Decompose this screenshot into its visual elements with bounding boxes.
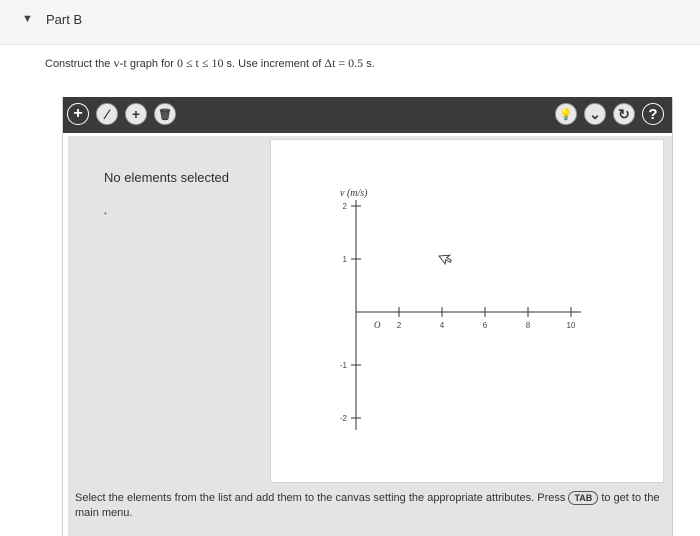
- y-tick-label: -2: [340, 414, 348, 423]
- tab-key-badge: TAB: [568, 491, 599, 505]
- problem-instruction: Construct the v-t graph for 0 ≤ t ≤ 10 s…: [45, 56, 375, 71]
- panel-marker: •: [104, 209, 107, 218]
- footer-text: Select the elements from the list and ad…: [75, 492, 569, 504]
- time-increment: Δt = 0.5: [324, 56, 364, 70]
- time-range: 0 ≤ t ≤ 10: [176, 56, 224, 70]
- x-tick-label: 6: [483, 321, 488, 330]
- element-properties-panel: No elements selected •: [68, 136, 264, 536]
- origin-label: O: [374, 320, 381, 330]
- canvas-area: v (m/s) O 2 4 6 8 10 2 1 -1 -2: [264, 136, 672, 536]
- x-ticks: 2 4 6 8 10: [397, 307, 576, 330]
- selection-status: No elements selected: [104, 170, 230, 185]
- instructions-footer: Select the elements from the list and ad…: [75, 491, 665, 521]
- pointer-cursor-icon: [438, 254, 452, 266]
- help-button[interactable]: ?: [642, 103, 664, 125]
- edit-line-button[interactable]: ⁄: [96, 103, 118, 125]
- part-title[interactable]: Part B: [46, 12, 82, 27]
- add-point-button[interactable]: +: [125, 103, 147, 125]
- y-tick-label: 1: [343, 255, 348, 264]
- part-header[interactable]: ▼ Part B: [0, 0, 700, 45]
- chevron-down-icon[interactable]: ⌄: [584, 103, 606, 125]
- y-tick-label: 2: [343, 202, 348, 211]
- lightbulb-hint-icon[interactable]: 💡: [555, 103, 577, 125]
- trash-icon[interactable]: 🗑: [154, 103, 176, 125]
- graph-canvas[interactable]: v (m/s) O 2 4 6 8 10 2 1 -1 -2: [270, 139, 664, 483]
- x-tick-label: 8: [526, 321, 531, 330]
- instruction-middle: graph for: [126, 58, 177, 70]
- y-tick-label: -1: [340, 361, 348, 370]
- graphing-tool: + ⁄ + 🗑 💡 ⌄ ↻ ? No elements selected • v…: [62, 97, 673, 536]
- add-element-button[interactable]: +: [67, 103, 89, 125]
- x-tick-label: 10: [567, 321, 576, 330]
- x-tick-label: 2: [397, 321, 402, 330]
- toolbar: + ⁄ + 🗑 💡 ⌄ ↻ ?: [63, 97, 672, 133]
- instruction-unit: s. Use increment of: [223, 58, 325, 70]
- instruction-unit-end: s.: [363, 58, 375, 70]
- y-axis-label: v (m/s): [340, 188, 368, 199]
- graph-svg[interactable]: v (m/s) O 2 4 6 8 10 2 1 -1 -2: [271, 140, 663, 482]
- vt-symbol: v-t: [113, 56, 127, 70]
- x-tick-label: 4: [440, 321, 445, 330]
- instruction-prefix: Construct the: [45, 58, 114, 70]
- collapse-triangle-icon[interactable]: ▼: [22, 13, 33, 25]
- reset-icon[interactable]: ↻: [613, 103, 635, 125]
